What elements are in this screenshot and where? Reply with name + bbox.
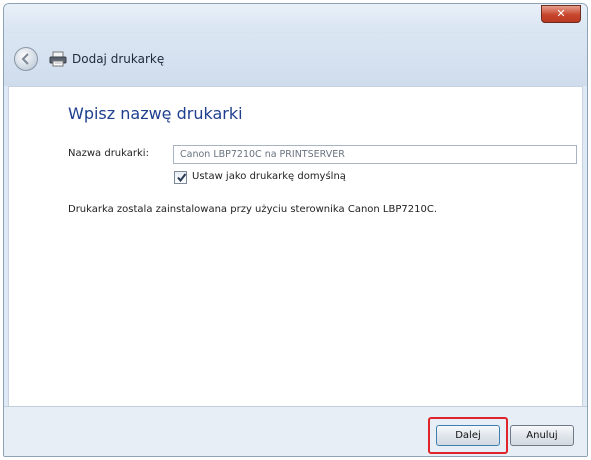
title-bar: ✕: [4, 4, 587, 34]
back-arrow-icon: [21, 53, 29, 65]
printer-icon: [49, 51, 67, 67]
wizard-footer: Dalej Anuluj: [4, 406, 587, 456]
wizard-content: Wpisz nazwę drukarki Nazwa drukarki: Can…: [8, 86, 583, 406]
wizard-title: Dodaj drukarkę: [72, 52, 165, 66]
checkmark-icon: [177, 173, 187, 183]
back-button[interactable]: [14, 47, 38, 71]
printer-name-label: Nazwa drukarki:: [68, 148, 149, 159]
page-heading: Wpisz nazwę drukarki: [68, 104, 243, 123]
printer-name-input[interactable]: Canon LBP7210C na PRINTSERVER: [173, 145, 577, 164]
navigation-bar: Dodaj drukarkę: [4, 34, 587, 86]
cancel-button[interactable]: Anuluj: [510, 425, 574, 446]
driver-info-text: Drukarka zostala zainstalowana przy użyc…: [68, 204, 438, 215]
default-printer-label[interactable]: Ustaw jako drukarkę domyślną: [192, 171, 346, 182]
default-printer-checkbox[interactable]: [174, 171, 187, 184]
close-button[interactable]: ✕: [541, 5, 581, 23]
next-button[interactable]: Dalej: [436, 425, 500, 446]
add-printer-window: ✕ Dodaj drukarkę Wpisz nazwę drukarki Na…: [3, 3, 588, 457]
